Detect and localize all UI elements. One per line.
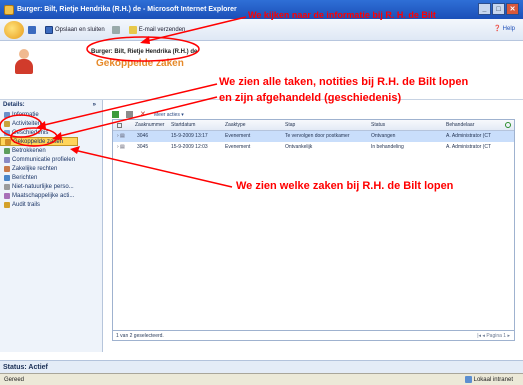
annotation-overlay [0, 16, 247, 188]
annotation-circle-header [86, 36, 200, 62]
annotation-arrow [142, 16, 247, 43]
screen: Burger: Bilt, Rietje Hendrika (R.H.) de … [0, 0, 523, 385]
annotation-arrowhead [70, 146, 80, 154]
annotation-arrowhead [52, 132, 62, 140]
annotation-arrow [73, 149, 233, 188]
annotation-text: We kijken naar de informatie bij R. H. d… [248, 10, 436, 20]
annotation-text: We zien alle taken, notities bij R.H. de… [219, 76, 469, 104]
annotation-text: We zien welke zaken bij R.H. de Bilt lop… [236, 180, 454, 192]
annotation-circle-activiteiten [0, 114, 43, 138]
